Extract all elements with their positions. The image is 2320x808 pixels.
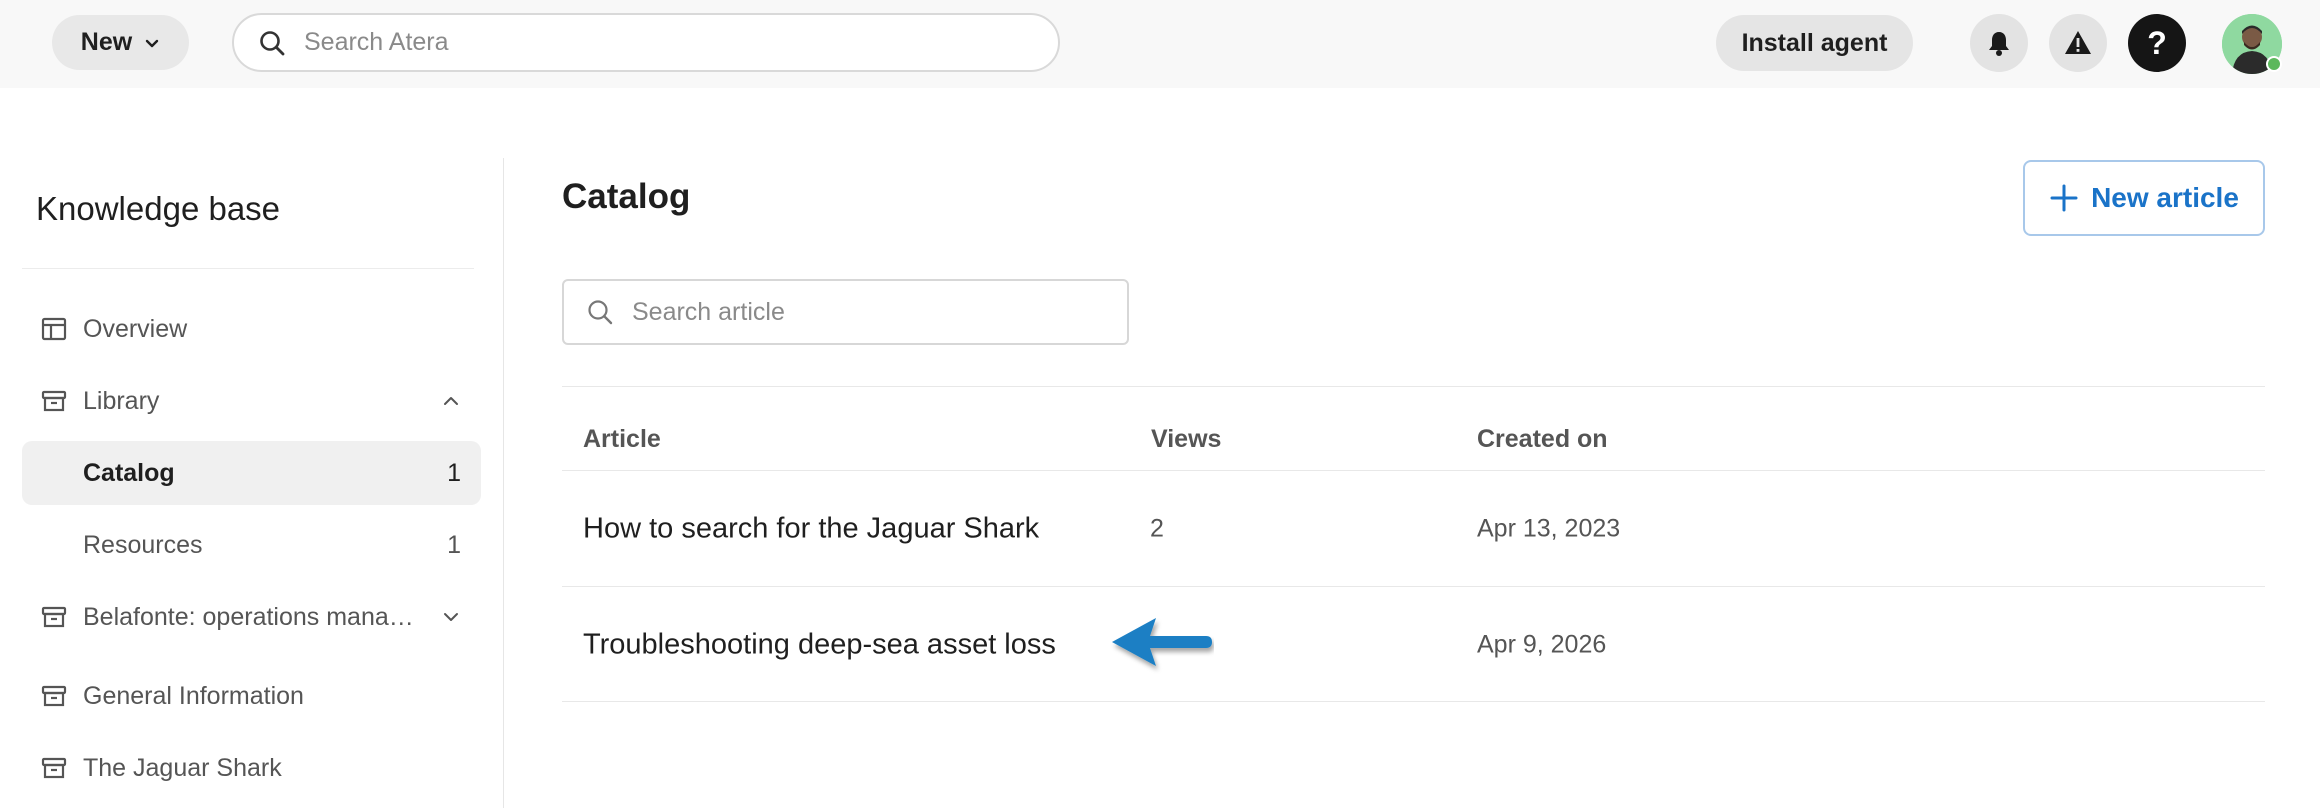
chevron-down-icon[interactable] bbox=[441, 607, 461, 627]
sidebar-item-label: Belafonte: operations mana… bbox=[83, 602, 414, 631]
sidebar-item-count: 1 bbox=[447, 530, 461, 559]
layout-icon bbox=[41, 317, 67, 341]
warning-icon bbox=[2065, 31, 2091, 54]
sidebar-item-catalog[interactable]: Catalog 1 bbox=[22, 441, 481, 505]
article-title[interactable]: Troubleshooting deep-sea asset loss bbox=[583, 628, 1056, 661]
article-views: 2 bbox=[1150, 514, 1164, 542]
plus-icon bbox=[2050, 184, 2078, 212]
sidebar-item-belafonte[interactable]: Belafonte: operations mana… bbox=[22, 585, 481, 649]
annotation-arrow-icon bbox=[1112, 618, 1212, 666]
sidebar-title: Knowledge base bbox=[36, 190, 281, 227]
sidebar-item-resources[interactable]: Resources 1 bbox=[22, 513, 481, 577]
article-search-input[interactable] bbox=[632, 297, 1092, 327]
table-row[interactable]: Troubleshooting deep-sea asset loss Apr … bbox=[562, 587, 2265, 702]
column-header-created-on[interactable]: Created on bbox=[1477, 425, 1608, 454]
sidebar-item-general-information[interactable]: General Information bbox=[22, 664, 481, 728]
table-divider bbox=[562, 701, 2265, 702]
chevron-up-icon[interactable] bbox=[441, 391, 461, 411]
sidebar-item-label: Overview bbox=[83, 314, 188, 343]
sidebar-item-overview[interactable]: Overview bbox=[22, 297, 481, 361]
archive-icon bbox=[41, 757, 67, 779]
chevron-down-icon bbox=[146, 39, 159, 47]
article-search[interactable] bbox=[562, 279, 1129, 345]
top-bar: New Install agent ? bbox=[0, 0, 2320, 88]
alerts-button[interactable] bbox=[2049, 14, 2107, 72]
article-created-on: Apr 13, 2023 bbox=[1477, 514, 1621, 542]
table-divider bbox=[562, 386, 2265, 387]
install-agent-label: Install agent bbox=[1741, 28, 1888, 57]
sidebar-item-jaguar-shark[interactable]: The Jaguar Shark bbox=[22, 736, 481, 800]
search-icon bbox=[588, 300, 613, 325]
new-article-button[interactable]: New article bbox=[2023, 160, 2265, 236]
global-search-input[interactable] bbox=[304, 28, 1024, 57]
new-button-label: New bbox=[80, 28, 133, 56]
search-icon bbox=[260, 30, 285, 55]
sidebar-divider-vertical bbox=[503, 158, 504, 808]
notifications-button[interactable] bbox=[1970, 14, 2028, 72]
sidebar-item-label: Resources bbox=[83, 530, 203, 559]
bell-icon bbox=[1989, 32, 2009, 56]
online-status-dot bbox=[2266, 56, 2282, 72]
new-article-label: New article bbox=[2091, 182, 2239, 213]
sidebar-item-label: General Information bbox=[83, 681, 304, 710]
archive-icon bbox=[41, 606, 67, 628]
page-title: Catalog bbox=[562, 177, 691, 216]
install-agent-button[interactable]: Install agent bbox=[1716, 15, 1913, 71]
global-search[interactable] bbox=[232, 13, 1060, 72]
sidebar-divider bbox=[22, 268, 474, 269]
column-header-article[interactable]: Article bbox=[583, 425, 661, 454]
sidebar-item-label: The Jaguar Shark bbox=[83, 753, 282, 782]
help-icon: ? bbox=[2147, 24, 2167, 61]
article-title[interactable]: How to search for the Jaguar Shark bbox=[583, 512, 1039, 545]
archive-icon bbox=[41, 390, 67, 412]
archive-icon bbox=[41, 685, 67, 707]
sidebar-item-label: Library bbox=[83, 386, 160, 415]
new-button[interactable]: New bbox=[52, 15, 189, 70]
sidebar-item-label: Catalog bbox=[83, 458, 175, 487]
sidebar-item-library[interactable]: Library bbox=[22, 369, 481, 433]
table-row[interactable]: How to search for the Jaguar Shark 2 Apr… bbox=[562, 471, 2265, 586]
sidebar-item-count: 1 bbox=[447, 458, 461, 487]
column-header-views[interactable]: Views bbox=[1151, 425, 1221, 454]
article-created-on: Apr 9, 2026 bbox=[1477, 630, 1607, 658]
help-button[interactable]: ? bbox=[2128, 14, 2186, 72]
